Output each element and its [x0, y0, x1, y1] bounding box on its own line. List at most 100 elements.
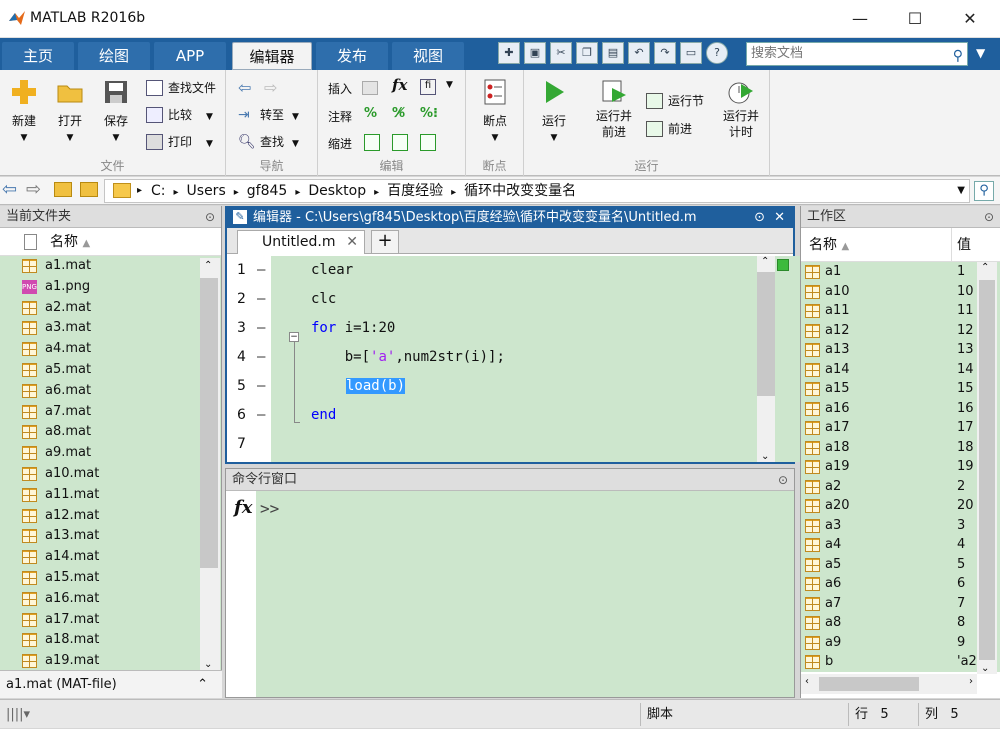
tab-editor[interactable]: 编辑器: [232, 42, 312, 70]
uncomment-icon[interactable]: %̸: [392, 106, 405, 121]
file-list-item[interactable]: a13.mat: [0, 526, 221, 548]
tab-untitled-m[interactable]: Untitled.m ✕: [237, 230, 365, 254]
workspace-variable-row[interactable]: a6 6: [801, 574, 1000, 594]
scroll-up-icon[interactable]: ⌃: [761, 256, 769, 267]
workspace-variable-row[interactable]: a18 18: [801, 437, 1000, 457]
code-line[interactable]: 6 — end: [227, 401, 757, 430]
switch-windows-icon[interactable]: ▭: [680, 42, 702, 64]
executable-marker[interactable]: —: [257, 372, 265, 401]
comment-percent-icon[interactable]: %: [364, 106, 377, 121]
workspace-variable-row[interactable]: a9 9: [801, 632, 1000, 652]
workspace-variable-row[interactable]: a12 12: [801, 320, 1000, 340]
tab-view[interactable]: 视图: [392, 42, 464, 70]
executable-marker[interactable]: —: [257, 314, 265, 343]
run-and-advance-button[interactable]: 运行并 前进: [588, 78, 640, 140]
path-segment[interactable]: Users: [187, 183, 226, 199]
workspace-variable-row[interactable]: a4 4: [801, 535, 1000, 555]
run-and-time-button[interactable]: 运行并 计时: [716, 78, 766, 140]
workspace-variable-row[interactable]: a10 10: [801, 281, 1000, 301]
workspace-variable-row[interactable]: a13 13: [801, 340, 1000, 360]
insert-section-icon[interactable]: [362, 81, 378, 95]
smart-indent-icon[interactable]: [364, 134, 380, 151]
redo-icon[interactable]: ↷: [654, 42, 676, 64]
file-list-item[interactable]: a19.mat: [0, 651, 221, 672]
workspace-variable-row[interactable]: a15 15: [801, 379, 1000, 399]
scroll-down-icon[interactable]: ⌄: [981, 663, 989, 674]
file-list-item[interactable]: a17.mat: [0, 609, 221, 631]
editor-menu-icon[interactable]: ⊙: [754, 208, 765, 228]
new-button[interactable]: 新建 ▼: [2, 78, 46, 143]
cut-icon[interactable]: ✂: [550, 42, 572, 64]
workspace-variable-row[interactable]: a11 11: [801, 301, 1000, 321]
file-list-item[interactable]: a7.mat: [0, 401, 221, 423]
run-section-button[interactable]: 运行节: [646, 91, 704, 111]
print-button[interactable]: 打印 ▼: [146, 132, 213, 152]
file-list-item[interactable]: a9.mat: [0, 443, 221, 464]
decrease-indent-icon[interactable]: [420, 134, 436, 151]
scroll-left-icon[interactable]: ‹: [805, 676, 809, 687]
scroll-thumb[interactable]: [819, 677, 919, 691]
path-segment[interactable]: 百度经验: [387, 183, 443, 199]
workspace-hscrollbar[interactable]: ‹ ›: [801, 674, 977, 694]
workspace-variable-row[interactable]: a8 8: [801, 613, 1000, 633]
code-analyzer-status-icon[interactable]: [777, 259, 789, 271]
code-line[interactable]: 4 — b=['a',num2str(i)];: [227, 343, 757, 372]
scroll-up-icon[interactable]: ⌃: [204, 260, 212, 271]
forward-icon[interactable]: ⇨: [26, 179, 41, 200]
back-arrow-icon[interactable]: ⇦: [238, 78, 251, 97]
code-line[interactable]: 1 — clear: [227, 256, 757, 285]
code-line[interactable]: 7: [227, 430, 757, 459]
find-button[interactable]: 🔍︎ 查找 ▼: [238, 132, 299, 152]
scroll-thumb[interactable]: [757, 272, 775, 396]
insert-dropdown-icon[interactable]: ▼: [446, 80, 453, 90]
column-value[interactable]: 值: [957, 228, 971, 262]
scroll-up-icon[interactable]: ⌃: [981, 262, 989, 273]
file-list-item[interactable]: a16.mat: [0, 588, 221, 610]
undo-icon[interactable]: ↶: [628, 42, 650, 64]
scroll-down-icon[interactable]: ⌄: [761, 451, 769, 462]
code-line[interactable]: 2 — clc: [227, 285, 757, 314]
file-list-item[interactable]: a8.mat: [0, 422, 221, 444]
advance-button[interactable]: 前进: [646, 119, 692, 139]
forward-arrow-icon[interactable]: ⇨: [264, 78, 277, 97]
file-list-item[interactable]: a12.mat: [0, 505, 221, 527]
details-bar[interactable]: a1.mat (MAT-file) ⌃: [0, 670, 222, 698]
scrollbar[interactable]: ⌃ ⌄: [200, 258, 220, 672]
scroll-down-icon[interactable]: ⌄: [204, 659, 212, 670]
find-files-button[interactable]: 查找文件: [146, 78, 216, 98]
executable-marker[interactable]: —: [257, 343, 265, 372]
compare-button[interactable]: 比较 ▼: [146, 105, 213, 125]
save-icon[interactable]: ▣: [524, 42, 546, 64]
help-icon[interactable]: ?: [706, 42, 728, 64]
command-input-area[interactable]: fx >>: [226, 491, 794, 697]
fold-icon[interactable]: −: [289, 332, 299, 342]
goto-button[interactable]: ⇥ 转至 ▼: [238, 105, 299, 125]
column-header-name[interactable]: 名称 ▲: [0, 228, 221, 256]
back-icon[interactable]: ⇦: [2, 179, 17, 200]
status-grip-icon[interactable]: ||||▾: [6, 700, 30, 729]
file-list-item[interactable]: a15.mat: [0, 567, 221, 589]
panel-menu-icon[interactable]: ⊙: [205, 206, 215, 228]
workspace-scrollbar[interactable]: ⌃ ⌄: [977, 262, 997, 674]
breakpoints-button[interactable]: 断点 ▼: [473, 78, 517, 143]
new-file-icon[interactable]: ✚: [498, 42, 520, 64]
executable-marker[interactable]: —: [257, 401, 265, 430]
fx-function-browser-icon[interactable]: fx: [234, 497, 252, 518]
file-list-item[interactable]: a14.mat: [0, 547, 221, 568]
file-list-item[interactable]: a2.mat: [0, 297, 221, 319]
workspace-variable-row[interactable]: a3 3: [801, 515, 1000, 535]
file-list-item[interactable]: PNG a1.png: [0, 276, 221, 298]
increase-indent-icon[interactable]: [392, 134, 408, 151]
scroll-thumb[interactable]: [200, 278, 218, 568]
search-icon[interactable]: ⚲: [953, 45, 963, 67]
workspace-variable-row[interactable]: a1 1: [801, 262, 1000, 282]
workspace-variable-row[interactable]: a14 14: [801, 359, 1000, 379]
executable-marker[interactable]: —: [257, 256, 265, 285]
workspace-variable-row[interactable]: a2 2: [801, 476, 1000, 496]
path-segment[interactable]: Desktop: [308, 183, 366, 199]
browse-folder-icon[interactable]: [80, 182, 98, 197]
file-list-item[interactable]: a10.mat: [0, 463, 221, 485]
workspace-variable-row[interactable]: b 'a2: [801, 652, 1000, 672]
path-field[interactable]: ▸ C: ▸ Users ▸ gf845 ▸ Desktop ▸ 百度经验 ▸ 循环中改变变量名 ▼: [104, 179, 970, 203]
close-button[interactable]: ✕: [950, 6, 990, 32]
